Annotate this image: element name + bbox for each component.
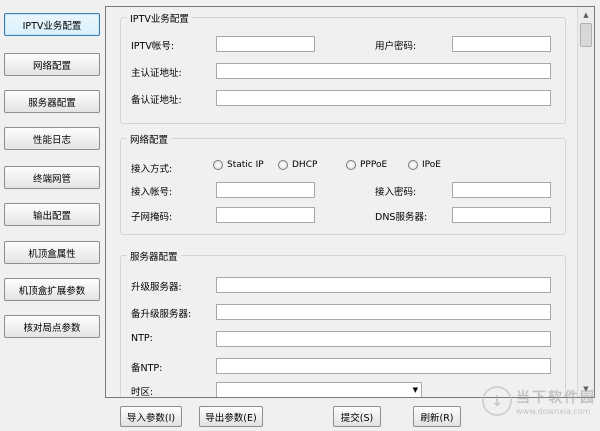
content-panel: IPTV业务配置 IPTV帐号: 用户密码: 主认证地址: 备认证地址: 网络配… <box>105 6 595 398</box>
network-group-title: 网络配置 <box>127 132 172 146</box>
radio-static-ip-label: Static IP <box>227 160 264 170</box>
backup-auth-label: 备认证地址: <box>131 95 182 106</box>
scroll-down-arrow-icon[interactable]: ▼ <box>578 381 594 397</box>
subnet-mask-input[interactable] <box>216 207 315 223</box>
submit-button[interactable]: 提交(S) <box>333 406 381 427</box>
nav-stb-properties-button[interactable]: 机顶盒属性 <box>4 241 100 264</box>
upgrade-server-input[interactable] <box>216 277 551 293</box>
iptv-config-group: IPTV业务配置 IPTV帐号: 用户密码: 主认证地址: 备认证地址: <box>120 11 566 124</box>
radio-static-ip-dot[interactable] <box>213 160 223 170</box>
iptv-account-input[interactable] <box>216 36 315 52</box>
radio-ipoe-label: IPoE <box>422 160 441 170</box>
radio-dhcp-dot[interactable] <box>278 160 288 170</box>
subnet-mask-label: 子网掩码: <box>131 212 173 223</box>
access-password-input[interactable] <box>452 182 551 198</box>
nav-network-config-button[interactable]: 网络配置 <box>4 53 100 76</box>
nav-stb-extended-params-button[interactable]: 机顶盒扩展参数 <box>4 278 100 301</box>
nav-output-config-button[interactable]: 输出配置 <box>4 203 100 226</box>
nav-server-config-button[interactable]: 服务器配置 <box>4 90 100 113</box>
user-password-label: 用户密码: <box>375 41 417 52</box>
server-group-title: 服务器配置 <box>127 249 181 263</box>
timezone-label: 时区: <box>131 387 154 398</box>
upgrade-server-label: 升级服务器: <box>131 282 182 293</box>
export-params-button[interactable]: 导出参数(E) <box>199 406 263 427</box>
radio-pppoe[interactable]: PPPoE <box>346 160 387 170</box>
network-config-group: 网络配置 接入方式: Static IP DHCP PPPoE IPoE 接入帐… <box>120 132 566 235</box>
access-mode-label: 接入方式: <box>131 164 173 175</box>
backup-upgrade-server-input[interactable] <box>216 304 551 320</box>
chevron-down-icon: ▼ <box>412 386 418 394</box>
watermark-url: www.downxia.com <box>516 406 591 416</box>
nav-performance-log-button[interactable]: 性能日志 <box>4 127 100 150</box>
access-account-label: 接入帐号: <box>131 187 173 198</box>
server-config-group: 服务器配置 升级服务器: 备升级服务器: NTP: 备NTP: 时区: ▼ <box>120 249 566 398</box>
import-params-button[interactable]: 导入参数(I) <box>120 406 182 427</box>
backup-auth-input[interactable] <box>216 90 551 106</box>
backup-ntp-label: 备NTP: <box>131 363 163 374</box>
nav-verify-site-params-button[interactable]: 核对局点参数 <box>4 315 100 338</box>
backup-ntp-input[interactable] <box>216 358 551 374</box>
vertical-scrollbar[interactable]: ▲ ▼ <box>577 7 594 397</box>
iptv-account-label: IPTV帐号: <box>131 41 175 52</box>
main-auth-input[interactable] <box>216 63 551 79</box>
user-password-input[interactable] <box>452 36 551 52</box>
scroll-up-arrow-icon[interactable]: ▲ <box>578 7 594 23</box>
radio-ipoe-dot[interactable] <box>408 160 418 170</box>
main-auth-label: 主认证地址: <box>131 68 182 79</box>
radio-pppoe-label: PPPoE <box>360 160 388 170</box>
radio-static-ip[interactable]: Static IP <box>213 160 264 170</box>
radio-dhcp[interactable]: DHCP <box>278 160 317 170</box>
ntp-input[interactable] <box>216 331 551 347</box>
access-password-label: 接入密码: <box>375 187 417 198</box>
dns-server-label: DNS服务器: <box>375 212 428 223</box>
ntp-label: NTP: <box>131 333 153 344</box>
nav-terminal-management-button[interactable]: 终端网管 <box>4 166 100 189</box>
radio-pppoe-dot[interactable] <box>346 160 356 170</box>
radio-dhcp-label: DHCP <box>292 160 318 170</box>
iptv-group-title: IPTV业务配置 <box>127 11 192 25</box>
timezone-select[interactable]: ▼ <box>216 382 422 397</box>
backup-upgrade-server-label: 备升级服务器: <box>131 309 192 320</box>
scroll-thumb[interactable] <box>580 23 592 47</box>
nav-iptv-config-button[interactable]: IPTV业务配置 <box>4 13 100 36</box>
refresh-button[interactable]: 刷新(R) <box>413 406 461 427</box>
access-account-input[interactable] <box>216 182 315 198</box>
radio-ipoe[interactable]: IPoE <box>408 160 441 170</box>
dns-server-input[interactable] <box>452 207 551 223</box>
